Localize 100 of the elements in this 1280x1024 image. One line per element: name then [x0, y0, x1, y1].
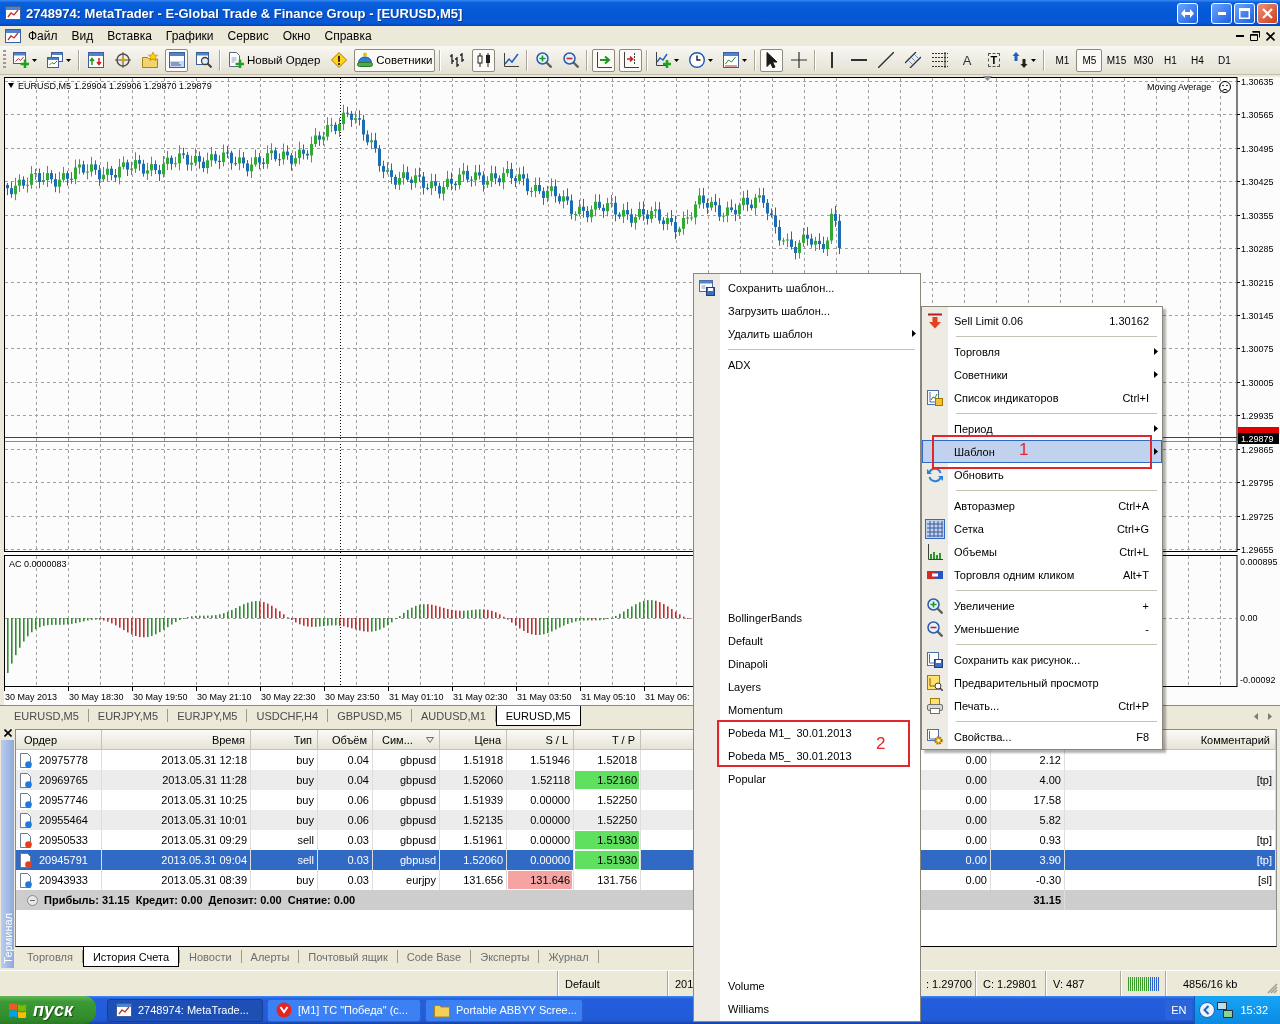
chart-tab[interactable]: EURUSD,M5	[5, 706, 88, 725]
menu-item[interactable]: Графики	[158, 27, 221, 45]
panel-tab[interactable]: Торговля	[18, 947, 82, 966]
menu-item[interactable]: Momentum	[694, 698, 920, 721]
column-header[interactable]: Объём	[318, 730, 373, 749]
menu-item[interactable]: Советники	[922, 363, 1162, 386]
timeframe-button[interactable]: M1	[1049, 48, 1076, 72]
taskbar-button[interactable]: 2748974: MetaTrade...	[107, 998, 263, 1022]
menu-item[interactable]: Торговля	[922, 340, 1162, 363]
menu-item[interactable]: Увеличение +	[922, 594, 1162, 617]
menu-item[interactable]: Сохранить шаблон...	[694, 276, 920, 299]
panel-tab[interactable]: Новости	[180, 947, 241, 966]
menu-item[interactable]: Авторазмер Ctrl+A	[922, 494, 1162, 517]
status-text: V: 487	[1053, 977, 1085, 990]
candlestick-button[interactable]	[472, 48, 496, 72]
close-icon[interactable]	[3, 729, 12, 737]
scroll-right-icon[interactable]	[1268, 713, 1272, 720]
order-document-icon	[20, 832, 32, 848]
timeframe-button[interactable]: M30	[1130, 48, 1157, 72]
menu-item[interactable]: Layers	[694, 675, 920, 698]
swap-button[interactable]	[1177, 2, 1198, 24]
chart-tab[interactable]: USDCHF,H4	[247, 706, 328, 725]
menu-item[interactable]: Вставка	[100, 27, 159, 45]
menu-item[interactable]: Объемы Ctrl+L	[922, 540, 1162, 563]
status-text: C: 1.29801	[983, 977, 1037, 990]
menu-item[interactable]: BollingerBands	[694, 606, 920, 629]
timeframe-button[interactable]: H1	[1157, 48, 1184, 72]
column-header[interactable]: Сим...	[373, 730, 440, 749]
panel-tab[interactable]: Журнал	[539, 947, 598, 966]
chart-tab[interactable]: EURJPY,M5	[168, 706, 247, 725]
taskbar-button[interactable]: Portable ABBYY Scree...	[425, 998, 583, 1022]
taskbar-button[interactable]: [M1] ТС "Победа" (с...	[267, 998, 421, 1022]
chart-tab[interactable]: GBPUSD,M5	[328, 706, 411, 725]
start-button[interactable]: пуск	[0, 996, 96, 1024]
panel-tab[interactable]: Почтовый ящик	[299, 947, 397, 966]
column-header[interactable]: Ордер	[16, 730, 102, 749]
menu-item[interactable]: Файл	[21, 27, 65, 45]
menu-item[interactable]: Справка	[317, 27, 379, 45]
menu-item[interactable]: Окно	[275, 27, 318, 45]
menu-item[interactable]: Вид	[64, 27, 101, 45]
label-tool-button[interactable]: T	[982, 48, 1006, 72]
timeframe-button[interactable]: D1	[1211, 48, 1238, 72]
text-tool-button[interactable]: A	[955, 48, 979, 72]
timeframe-button[interactable]: M15	[1103, 48, 1130, 72]
back-arrow-circle-icon[interactable]	[1199, 1002, 1216, 1018]
chart-tab[interactable]: EURUSD,M5	[495, 706, 581, 726]
minimize-button[interactable]	[1211, 2, 1232, 24]
terminal-button[interactable]	[165, 48, 188, 72]
price-axis-label: 1.30075	[1241, 343, 1274, 354]
new-order-button[interactable]: Новый Ордер	[225, 48, 324, 72]
column-header[interactable]: Цена	[440, 730, 507, 749]
menu-item[interactable]: Dinapoli	[694, 652, 920, 675]
menu-item[interactable]: Сервис	[220, 27, 276, 45]
menu-item[interactable]: Торговля одним кликом Alt+T	[922, 563, 1162, 586]
restore-icon[interactable]	[1250, 31, 1260, 41]
panel-tab[interactable]: Алерты	[241, 947, 299, 966]
shortcut-label: +	[1142, 599, 1149, 612]
cursor-button[interactable]	[760, 48, 784, 72]
menu-item[interactable]: ADX	[694, 353, 920, 376]
menu-item[interactable]: Сетка Ctrl+G	[922, 517, 1162, 540]
column-header[interactable]: S / L	[507, 730, 574, 749]
chart-shift-button[interactable]	[619, 48, 643, 72]
timeframe-button[interactable]: H4	[1184, 48, 1211, 72]
menu-item[interactable]: Предварительный просмотр	[922, 671, 1162, 694]
menu-item[interactable]: Popular	[694, 767, 920, 790]
document-plus-icon	[228, 52, 244, 68]
menu-item[interactable]: Volume	[694, 974, 920, 997]
menu-item[interactable]: Список индикаторов Ctrl+I	[922, 386, 1162, 409]
language-indicator[interactable]: EN	[1165, 1000, 1193, 1020]
chart-tab[interactable]: AUDUSD,M1	[412, 706, 495, 725]
autoscroll-button[interactable]	[592, 48, 616, 72]
menu-item[interactable]: Загрузить шаблон...	[694, 299, 920, 322]
menu-item[interactable]: Сохранить как рисунок...	[922, 648, 1162, 671]
time-axis-label: 30 May 21:10	[197, 692, 252, 702]
close-icon[interactable]	[1266, 31, 1275, 41]
menu-item[interactable]: Williams	[694, 997, 920, 1020]
order-document-icon	[20, 752, 32, 768]
collapse-circle-icon[interactable]	[27, 894, 38, 906]
panel-tab[interactable]: Code Base	[397, 947, 471, 966]
close-button[interactable]	[1257, 2, 1278, 24]
chart-tab[interactable]: EURJPY,M5	[88, 706, 168, 725]
dropdown-triangle-icon[interactable]	[8, 83, 14, 88]
menu-item[interactable]: Sell Limit 0.06 1.30162	[922, 309, 1162, 332]
menu-item[interactable]: Печать... Ctrl+P	[922, 694, 1162, 717]
scroll-left-icon[interactable]	[1254, 713, 1258, 720]
timeframe-button[interactable]: M5	[1076, 48, 1103, 72]
column-header[interactable]: Время	[102, 730, 251, 749]
menu-item[interactable]: Уменьшение -	[922, 617, 1162, 640]
network-icon[interactable]	[1217, 1002, 1234, 1018]
column-header[interactable]: Тип	[251, 730, 318, 749]
advisors-button[interactable]: Советники	[354, 48, 436, 72]
column-header[interactable]: T / P	[574, 730, 641, 749]
menu-item[interactable]: Default	[694, 629, 920, 652]
menu-item[interactable]: Удалить шаблон	[694, 322, 920, 345]
panel-tab[interactable]: Эксперты	[471, 947, 539, 966]
maximize-button[interactable]	[1234, 2, 1255, 24]
panel-tab[interactable]: История Счета	[82, 947, 179, 967]
size-grip-icon[interactable]	[1267, 983, 1278, 994]
price-axis-label: 1.30285	[1241, 243, 1274, 254]
gripper-icon[interactable]	[3, 50, 6, 70]
